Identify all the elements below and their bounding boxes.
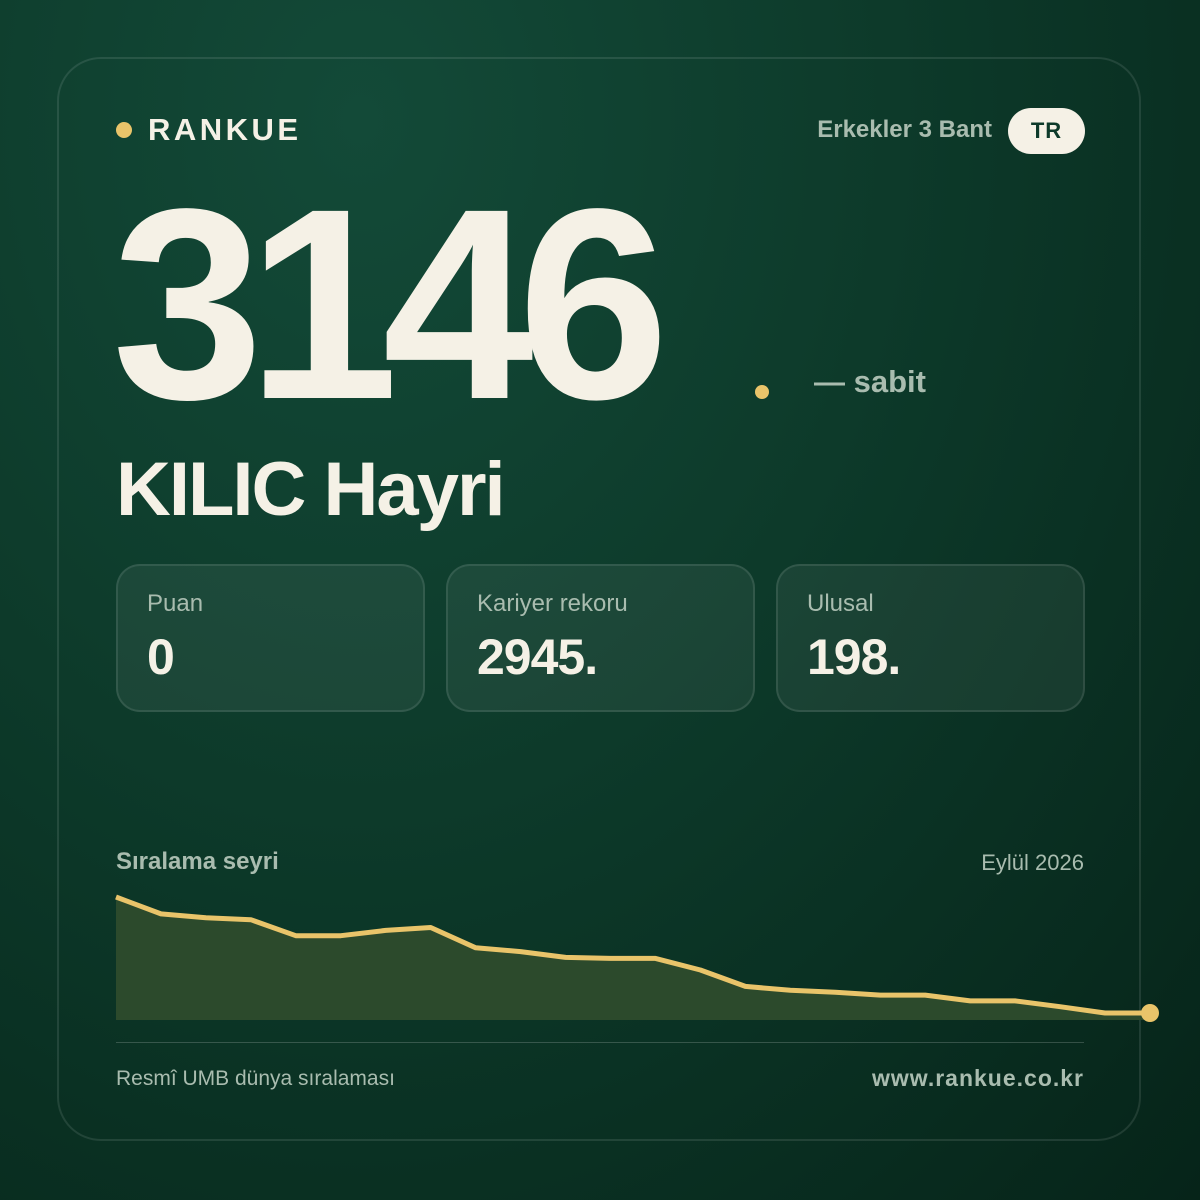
- category-label: Erkekler 3 Bant: [817, 116, 992, 143]
- footer-divider: [116, 1042, 1084, 1043]
- trend-label: — sabit: [814, 364, 926, 399]
- stat-card-career-best: Kariyer rekoru 2945.: [446, 564, 755, 712]
- footer-website[interactable]: www.rankue.co.kr: [872, 1065, 1084, 1092]
- rank-dot-icon: [755, 385, 769, 399]
- footer-source: Resmî UMB dünya sıralaması: [116, 1067, 395, 1090]
- brand: RANKUE: [116, 112, 302, 148]
- brand-dot-icon: [116, 122, 132, 138]
- rank-number: 3146: [112, 152, 669, 456]
- stat-card-points: Puan 0: [116, 564, 425, 712]
- stat-label: Kariyer rekoru: [477, 590, 628, 617]
- player-name: KILIC Hayri: [116, 447, 506, 532]
- stat-card-national: Ulusal 198.: [776, 564, 1085, 712]
- stat-label: Ulusal: [807, 590, 874, 617]
- stat-value: 2945.: [477, 629, 598, 685]
- stat-value: 198.: [807, 629, 901, 685]
- stat-label: Puan: [147, 590, 204, 617]
- chart-title: Sıralama seyri: [116, 848, 279, 875]
- country-badge: TR: [1008, 108, 1085, 154]
- brand-name: RANKUE: [148, 112, 302, 147]
- stat-value: 0: [147, 629, 175, 685]
- chart-date: Eylül 2026: [981, 850, 1084, 875]
- chart-end-point: [1141, 1004, 1159, 1022]
